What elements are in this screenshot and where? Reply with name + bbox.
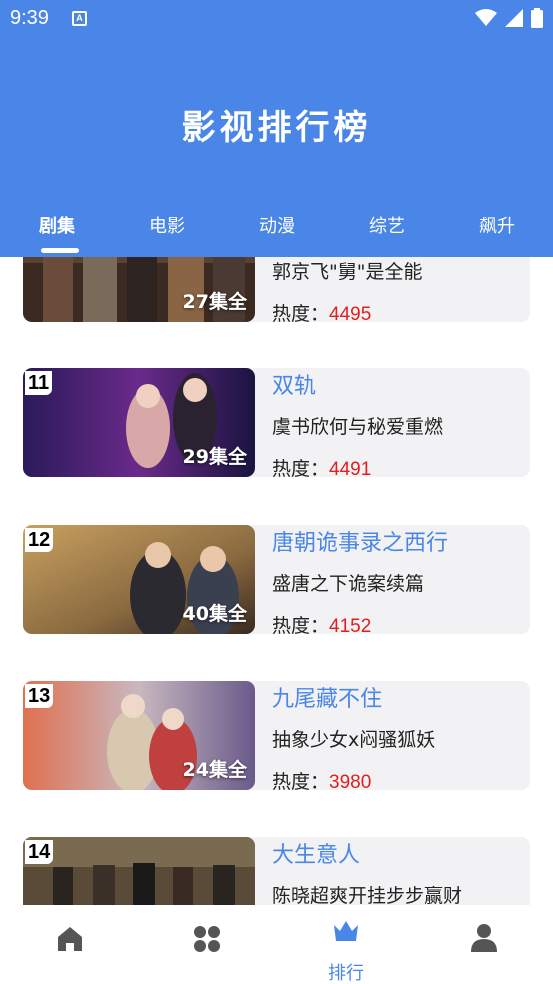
battery-icon: [531, 8, 543, 28]
poster-image: 27集全: [23, 257, 255, 322]
wifi-icon: [475, 9, 497, 26]
item-description: 郭京飞"舅"是全能: [272, 261, 423, 283]
nav-category[interactable]: [172, 919, 242, 977]
poster-image: 13 24集全: [23, 681, 255, 790]
item-description: 抽象少女x闷骚狐妖: [272, 729, 436, 751]
tab-anime[interactable]: 动漫: [237, 212, 317, 238]
item-description: 盛唐之下诡案续篇: [272, 573, 425, 595]
list-item[interactable]: 13 24集全 九尾藏不住 抽象少女x闷骚狐妖 热度：3980: [23, 681, 530, 793]
item-title[interactable]: 唐朝诡事录之西行: [272, 525, 448, 557]
home-icon: [58, 927, 82, 951]
item-title[interactable]: 大生意人: [272, 837, 360, 869]
heat-label: 热度：: [272, 303, 330, 325]
status-bar: 9:39 A: [0, 0, 553, 38]
bottom-navigation: 排行: [0, 905, 553, 984]
rank-badge: 14: [25, 840, 54, 864]
tab-movie[interactable]: 电影: [127, 212, 207, 238]
crown-icon: [334, 921, 358, 941]
list-item[interactable]: 27集全 郭京飞"舅"是全能 热度：4495: [23, 257, 530, 325]
heat-value: 4495: [329, 304, 372, 325]
nav-ranking-label: 排行: [328, 963, 364, 984]
poster-image: 14: [23, 837, 255, 905]
heat-label: 热度：: [272, 458, 330, 480]
heat-line: 热度：4152: [272, 611, 371, 638]
item-description: 陈晓超爽开挂步步赢财: [272, 885, 463, 905]
rank-badge: 12: [25, 528, 54, 552]
signal-icon: [505, 9, 523, 27]
heat-line: 热度：4495: [272, 299, 371, 326]
item-title[interactable]: 双轨: [272, 368, 316, 400]
page-title: 影视排行榜: [181, 108, 372, 148]
heat-label: 热度：: [272, 615, 330, 637]
episode-badge: 29集全: [182, 446, 247, 468]
tab-variety[interactable]: 综艺: [347, 212, 427, 238]
user-icon: [471, 924, 497, 952]
list-item[interactable]: 12 40集全 唐朝诡事录之西行 盛唐之下诡案续篇 热度：4152: [23, 525, 530, 637]
episode-badge: 40集全: [182, 603, 247, 625]
category-tabs: 剧集 电影 动漫 综艺 飙升: [0, 200, 553, 253]
nav-ranking[interactable]: 排行: [311, 919, 381, 984]
poster-image: 11 29集全: [23, 368, 255, 477]
nav-profile[interactable]: [449, 919, 519, 977]
rank-badge: 11: [25, 371, 53, 395]
poster-image: 12 40集全: [23, 525, 255, 634]
ranking-list[interactable]: 27集全 郭京飞"舅"是全能 热度：4495 11 29集全 双轨 虞书欣何与秘…: [0, 257, 553, 905]
rank-badge: 13: [25, 684, 54, 708]
item-description: 虞书欣何与秘爱重燃: [272, 416, 444, 438]
item-title[interactable]: 九尾藏不住: [272, 681, 382, 713]
notification-icon: A: [72, 11, 87, 26]
status-icons: [475, 8, 543, 28]
tab-indicator: [41, 248, 79, 253]
tab-drama[interactable]: 剧集: [17, 212, 97, 238]
nav-home[interactable]: [35, 919, 105, 977]
heat-line: 热度：3980: [272, 767, 371, 794]
category-icon: [194, 926, 220, 952]
episode-badge: 27集全: [182, 291, 247, 313]
list-item[interactable]: 14 大生意人 陈晓超爽开挂步步赢财: [23, 837, 530, 905]
tab-rising[interactable]: 飙升: [457, 212, 537, 238]
app-header: 9:39 A 影视排行榜 剧集 电影 动漫 综艺 飙升: [0, 0, 553, 257]
status-time: 9:39: [10, 7, 49, 29]
episode-badge: 24集全: [182, 759, 247, 781]
heat-label: 热度：: [272, 771, 330, 793]
heat-value: 3980: [329, 772, 372, 793]
heat-value: 4152: [329, 616, 372, 637]
heat-value: 4491: [329, 459, 372, 480]
heat-line: 热度：4491: [272, 454, 371, 481]
list-item[interactable]: 11 29集全 双轨 虞书欣何与秘爱重燃 热度：4491: [23, 368, 530, 480]
